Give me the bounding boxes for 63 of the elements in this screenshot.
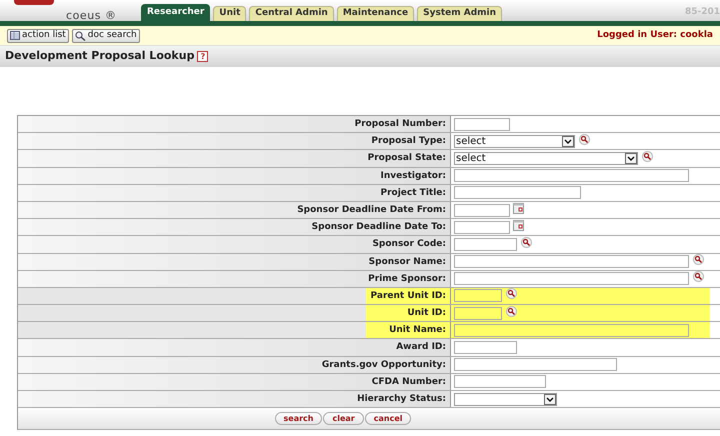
dropdown[interactable]: select bbox=[454, 134, 575, 148]
field-label: Prime Sponsor: bbox=[18, 270, 451, 287]
input-field[interactable] bbox=[454, 341, 517, 354]
toolbar-button[interactable]: action list bbox=[7, 28, 69, 42]
field-label: Proposal Number: bbox=[18, 116, 451, 132]
input-field[interactable] bbox=[454, 255, 689, 268]
calendar-icon[interactable] bbox=[513, 202, 524, 214]
search-icon[interactable] bbox=[521, 236, 532, 248]
input-field[interactable] bbox=[454, 169, 689, 182]
field-label: Parent Unit ID: bbox=[18, 288, 451, 304]
caret-icon bbox=[544, 394, 556, 405]
toolbar-button[interactable]: doc search bbox=[72, 28, 140, 42]
search-icon[interactable] bbox=[642, 150, 653, 162]
input-field[interactable] bbox=[454, 289, 502, 302]
field-label: Unit Name: bbox=[18, 322, 451, 338]
input-field[interactable] bbox=[454, 238, 517, 251]
nav-tab[interactable]: Unit bbox=[213, 6, 246, 21]
input-field[interactable] bbox=[454, 204, 510, 217]
field-label: Grants.gov Opportunity: bbox=[18, 356, 451, 373]
magnifier-icon bbox=[74, 30, 86, 40]
field-label: Award ID: bbox=[18, 339, 451, 356]
search-icon[interactable] bbox=[693, 271, 704, 282]
dropdown[interactable] bbox=[454, 392, 557, 406]
search-icon[interactable] bbox=[579, 134, 590, 145]
list-icon bbox=[10, 31, 20, 40]
search-icon[interactable] bbox=[693, 254, 704, 266]
action-button[interactable]: cancel bbox=[364, 412, 412, 426]
dropdown[interactable]: select bbox=[454, 152, 638, 165]
input-field[interactable] bbox=[454, 118, 510, 131]
nav-tab[interactable]: Central Admin bbox=[249, 6, 334, 21]
input-field[interactable] bbox=[454, 186, 581, 200]
input-field[interactable] bbox=[454, 358, 617, 372]
nav-tab[interactable]: System Admin bbox=[417, 6, 502, 21]
input-field[interactable] bbox=[454, 306, 502, 320]
nav-tab[interactable]: Maintenance bbox=[336, 6, 414, 21]
field-label: Sponsor Deadline Date From: bbox=[18, 202, 451, 218]
field-label: CFDA Number: bbox=[18, 374, 451, 390]
action-button[interactable]: search bbox=[274, 412, 322, 426]
field-label: Sponsor Deadline Date To: bbox=[18, 219, 451, 236]
field-label: Sponsor Code: bbox=[18, 236, 451, 252]
input-field[interactable] bbox=[454, 324, 689, 337]
search-icon[interactable] bbox=[506, 288, 517, 300]
input-field[interactable] bbox=[454, 375, 546, 388]
field-label: Investigator: bbox=[18, 168, 451, 184]
nav-tab[interactable]: Researcher bbox=[141, 4, 210, 21]
field-label: Hierarchy Status: bbox=[18, 391, 451, 408]
calendar-icon[interactable] bbox=[513, 220, 524, 231]
field-label: Sponsor Name: bbox=[18, 254, 451, 270]
field-label: Proposal Type: bbox=[18, 133, 451, 150]
field-label: Project Title: bbox=[18, 184, 451, 201]
field-label: Unit ID: bbox=[18, 305, 451, 322]
field-label: Proposal State: bbox=[18, 150, 451, 167]
help-button[interactable]: ? bbox=[197, 51, 208, 62]
logged-in-user: Logged in User: cookla bbox=[597, 28, 713, 42]
logo-drawing bbox=[14, 0, 54, 5]
logo-text: coeus ® bbox=[66, 8, 117, 24]
input-field[interactable] bbox=[454, 272, 689, 286]
caret-icon bbox=[625, 152, 637, 164]
caret-icon bbox=[562, 136, 574, 147]
page-title: Development Proposal Lookup bbox=[5, 48, 194, 64]
search-icon[interactable] bbox=[506, 306, 517, 317]
action-button[interactable]: clear bbox=[323, 412, 364, 426]
input-field[interactable] bbox=[454, 220, 510, 234]
